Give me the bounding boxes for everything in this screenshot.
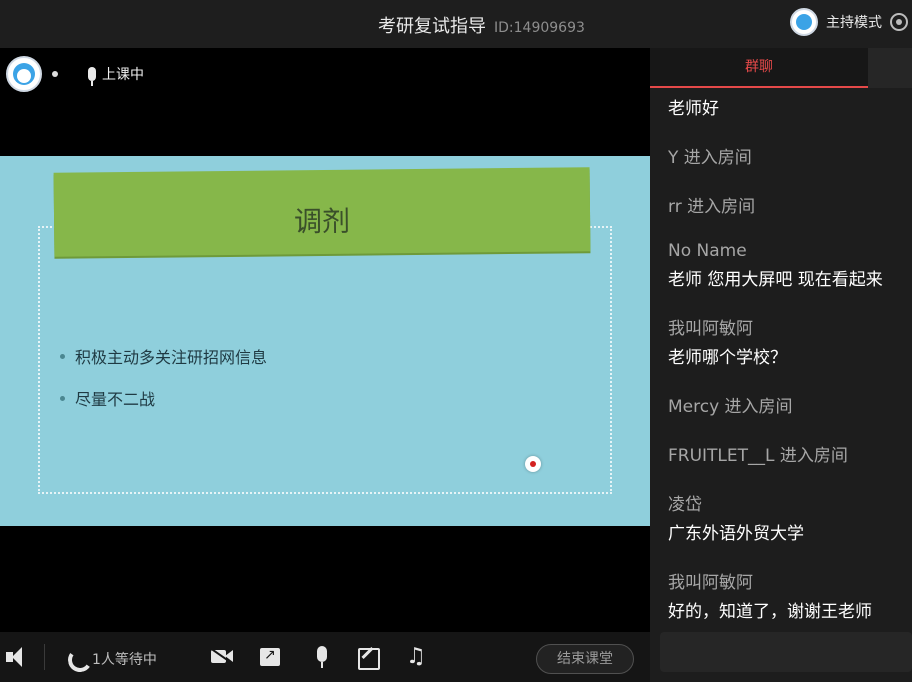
slide-bullet: 积极主动多关注研招网信息 <box>60 344 267 368</box>
waiting-count[interactable]: 1人等待中 <box>92 649 157 669</box>
settings-icon[interactable] <box>890 13 908 31</box>
chat-message-text: 老师 您用大屏吧 现在看起来 <box>668 270 883 290</box>
edit-icon[interactable] <box>358 646 382 670</box>
class-status: 上课中 <box>88 64 144 86</box>
chat-sender-name: No Name <box>668 241 747 261</box>
slide-bullet-text: 积极主动多关注研招网信息 <box>75 348 268 367</box>
chat-sender-name: 我叫阿敏阿 <box>668 573 753 593</box>
chat-message-text: 老师好 <box>668 99 719 119</box>
title-group: 考研复试指导 ID:14909693 <box>378 12 585 38</box>
chat-system-notice: FRUITLET__L 进入房间 <box>668 446 848 466</box>
chat-panel: 群聊 老师好 Y 进入房间 rr 进入房间 No Name 老师 您用大屏吧 现在看起来… <box>650 48 912 682</box>
room-id: ID:14909693 <box>494 20 585 36</box>
bottom-toolbar: 1人等待中 ♫ 结束课堂 <box>0 632 650 682</box>
speaker-icon[interactable] <box>6 646 30 668</box>
room-title: 考研复试指导 <box>378 16 486 37</box>
slide-bullet-text: 尽量不二战 <box>75 390 156 409</box>
bullet-dot-icon <box>60 353 65 359</box>
chat-system-notice: Y 进入房间 <box>668 148 752 168</box>
host-avatar <box>790 8 818 36</box>
chat-system-notice: rr 进入房间 <box>668 197 756 217</box>
share-screen-icon[interactable] <box>260 646 284 668</box>
toolbar-divider <box>44 644 45 670</box>
classroom-window: 考研复试指导 ID:14909693 主持模式 上课中 调剂 积极主动多关注研招… <box>0 0 912 682</box>
music-icon[interactable]: ♫ <box>406 646 430 668</box>
chat-message-text: 好的，知道了，谢谢王老师 <box>668 602 872 622</box>
video-stage: 上课中 调剂 积极主动多关注研招网信息 尽量不二战 <box>0 48 650 632</box>
laser-pointer-icon <box>525 456 541 472</box>
host-mode-group[interactable]: 主持模式 <box>790 8 912 36</box>
host-mode-label: 主持模式 <box>826 15 882 31</box>
teacher-row: 上课中 <box>6 56 144 92</box>
tab-group-chat[interactable]: 群聊 <box>650 48 868 88</box>
chat-message-text: 老师哪个学校？ <box>668 348 787 368</box>
slide-bullets: 积极主动多关注研招网信息 尽量不二战 <box>60 344 267 428</box>
top-bar: 考研复试指导 ID:14909693 主持模式 <box>0 0 912 48</box>
chat-sender-name: 我叫阿敏阿 <box>668 319 753 339</box>
teacher-avatar[interactable] <box>6 56 42 92</box>
chat-input[interactable] <box>660 632 912 672</box>
slide-bullet: 尽量不二战 <box>60 386 267 410</box>
microphone-status-icon <box>88 67 96 86</box>
presence-dot-icon <box>52 71 58 77</box>
phone-icon[interactable] <box>66 646 90 668</box>
chat-messages: 老师好 Y 进入房间 rr 进入房间 No Name 老师 您用大屏吧 现在看起来 我叫阿… <box>668 94 912 646</box>
microphone-icon[interactable] <box>313 646 337 668</box>
slide-title: 调剂 <box>293 204 351 239</box>
presentation-slide: 调剂 积极主动多关注研招网信息 尽量不二战 <box>0 156 650 526</box>
chat-message-text: 广东外语外贸大学 <box>668 524 804 544</box>
chat-sender-name: 凌岱 <box>668 495 702 515</box>
tab-secondary[interactable] <box>868 48 912 88</box>
class-status-label: 上课中 <box>102 67 144 83</box>
chat-system-notice: Mercy 进入房间 <box>668 397 793 417</box>
end-class-button[interactable]: 结束课堂 <box>536 644 634 674</box>
bullet-dot-icon <box>60 395 65 401</box>
slide-title-banner: 调剂 <box>53 167 591 257</box>
chat-tabs: 群聊 <box>650 48 912 88</box>
